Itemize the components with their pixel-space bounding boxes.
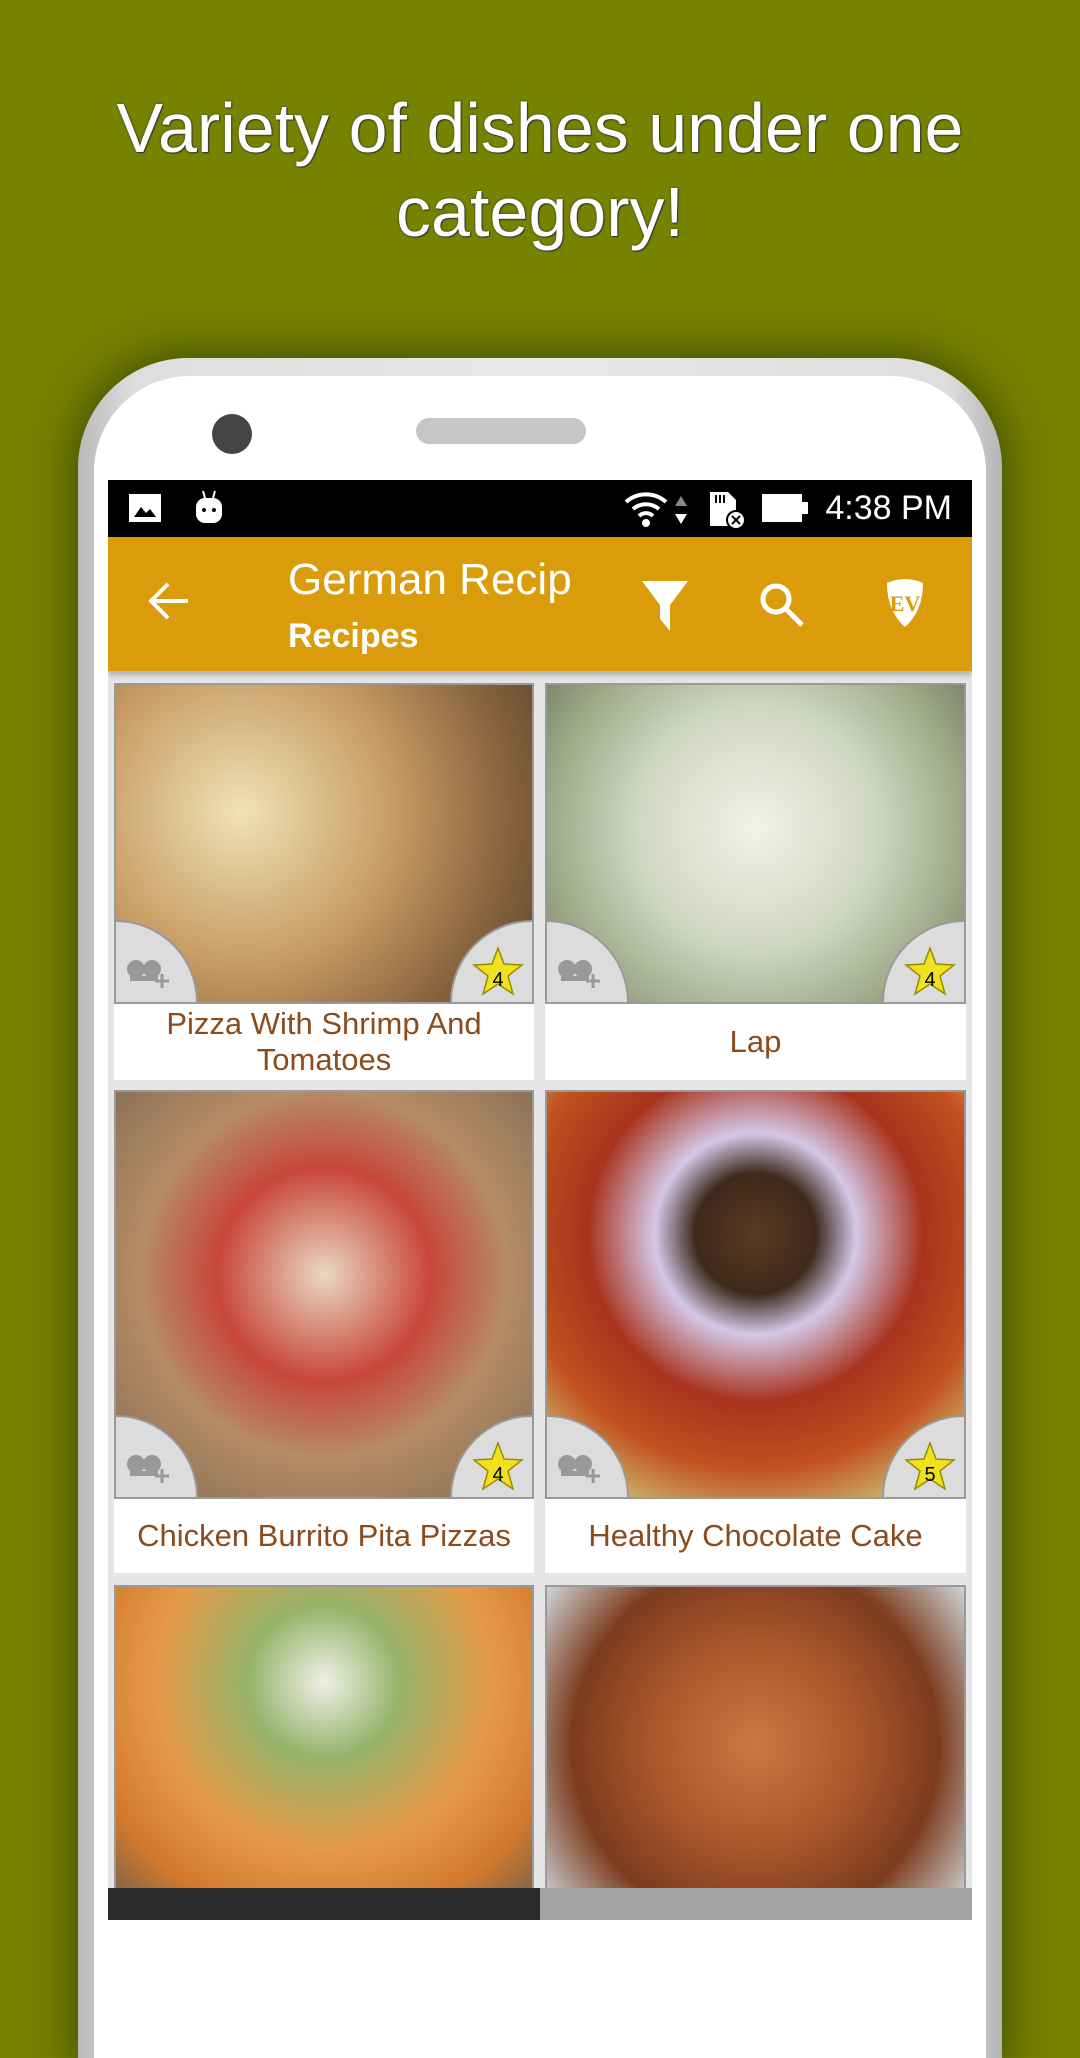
owl-add-icon bbox=[558, 960, 600, 988]
recipe-title[interactable]: Pizza With Shrimp And Tomatoes bbox=[114, 1004, 534, 1080]
android-icon bbox=[196, 490, 222, 523]
add-to-favorites-button[interactable] bbox=[116, 920, 198, 1002]
recipe-card[interactable] bbox=[114, 1585, 534, 1905]
rating-value: 5 bbox=[924, 1464, 936, 1486]
recipe-card[interactable]: 5 Healthy Chocolate Cake bbox=[545, 1090, 966, 1573]
sd-card-error-icon bbox=[710, 492, 746, 530]
status-time: 4:38 PM bbox=[825, 489, 952, 527]
recipe-image[interactable]: 4 bbox=[114, 1090, 534, 1499]
rating-value: 4 bbox=[924, 969, 936, 991]
rating-value: 4 bbox=[492, 969, 504, 991]
rating-value: 4 bbox=[492, 1464, 504, 1486]
recipe-card[interactable]: 4 Lap bbox=[545, 683, 966, 1080]
battery-icon bbox=[762, 494, 808, 522]
owl-add-icon bbox=[558, 1455, 600, 1483]
app-bar: German Recip Recipes EV bbox=[108, 537, 972, 671]
rating-badge: 4 bbox=[882, 920, 964, 1002]
recipe-title[interactable]: Chicken Burrito Pita Pizzas bbox=[114, 1499, 534, 1573]
headline-line-2: category! bbox=[396, 173, 684, 251]
svg-text:EV: EV bbox=[890, 591, 921, 616]
headline-line-1: Variety of dishes under one bbox=[116, 89, 964, 167]
add-to-favorites-button[interactable] bbox=[116, 1415, 198, 1497]
add-to-favorites-button[interactable] bbox=[547, 1415, 629, 1497]
ev-badge-icon[interactable]: EV bbox=[883, 577, 927, 629]
bottom-bar-right bbox=[540, 1888, 972, 1920]
recipe-image[interactable] bbox=[545, 1585, 966, 1905]
earpiece-speaker bbox=[416, 418, 586, 444]
recipe-image[interactable]: 4 bbox=[114, 683, 534, 1004]
front-camera bbox=[212, 414, 252, 454]
image-icon bbox=[129, 494, 161, 522]
phone-screen: 4:38 PM German Recip Recipes EV 4 Pizza … bbox=[108, 480, 972, 1920]
owl-add-icon bbox=[127, 960, 169, 988]
bottom-bar-left bbox=[108, 1888, 540, 1920]
recipe-card[interactable]: 4 Chicken Burrito Pita Pizzas bbox=[114, 1090, 534, 1573]
owl-add-icon bbox=[127, 1455, 169, 1483]
recipe-title[interactable]: Lap bbox=[545, 1004, 966, 1080]
recipe-card[interactable]: 4 Pizza With Shrimp And Tomatoes bbox=[114, 683, 534, 1080]
wifi-icon bbox=[624, 492, 668, 527]
recipe-title[interactable]: Healthy Chocolate Cake bbox=[545, 1499, 966, 1573]
recipe-image[interactable]: 4 bbox=[545, 683, 966, 1004]
rating-badge: 5 bbox=[882, 1415, 964, 1497]
rating-badge: 4 bbox=[450, 920, 532, 1002]
recipe-image[interactable] bbox=[114, 1585, 534, 1905]
app-title: German Recip bbox=[288, 555, 572, 604]
search-icon[interactable] bbox=[758, 581, 806, 629]
recipe-image[interactable]: 5 bbox=[545, 1090, 966, 1499]
app-subtitle: Recipes bbox=[288, 617, 419, 655]
back-arrow-icon[interactable] bbox=[148, 581, 190, 621]
rating-badge: 4 bbox=[450, 1415, 532, 1497]
data-arrows-icon bbox=[675, 496, 687, 524]
promo-headline: Variety of dishes under one category! bbox=[0, 86, 1080, 254]
filter-icon[interactable] bbox=[640, 577, 690, 633]
add-to-favorites-button[interactable] bbox=[547, 920, 629, 1002]
status-bar: 4:38 PM bbox=[108, 480, 972, 537]
recipe-card[interactable] bbox=[545, 1585, 966, 1905]
